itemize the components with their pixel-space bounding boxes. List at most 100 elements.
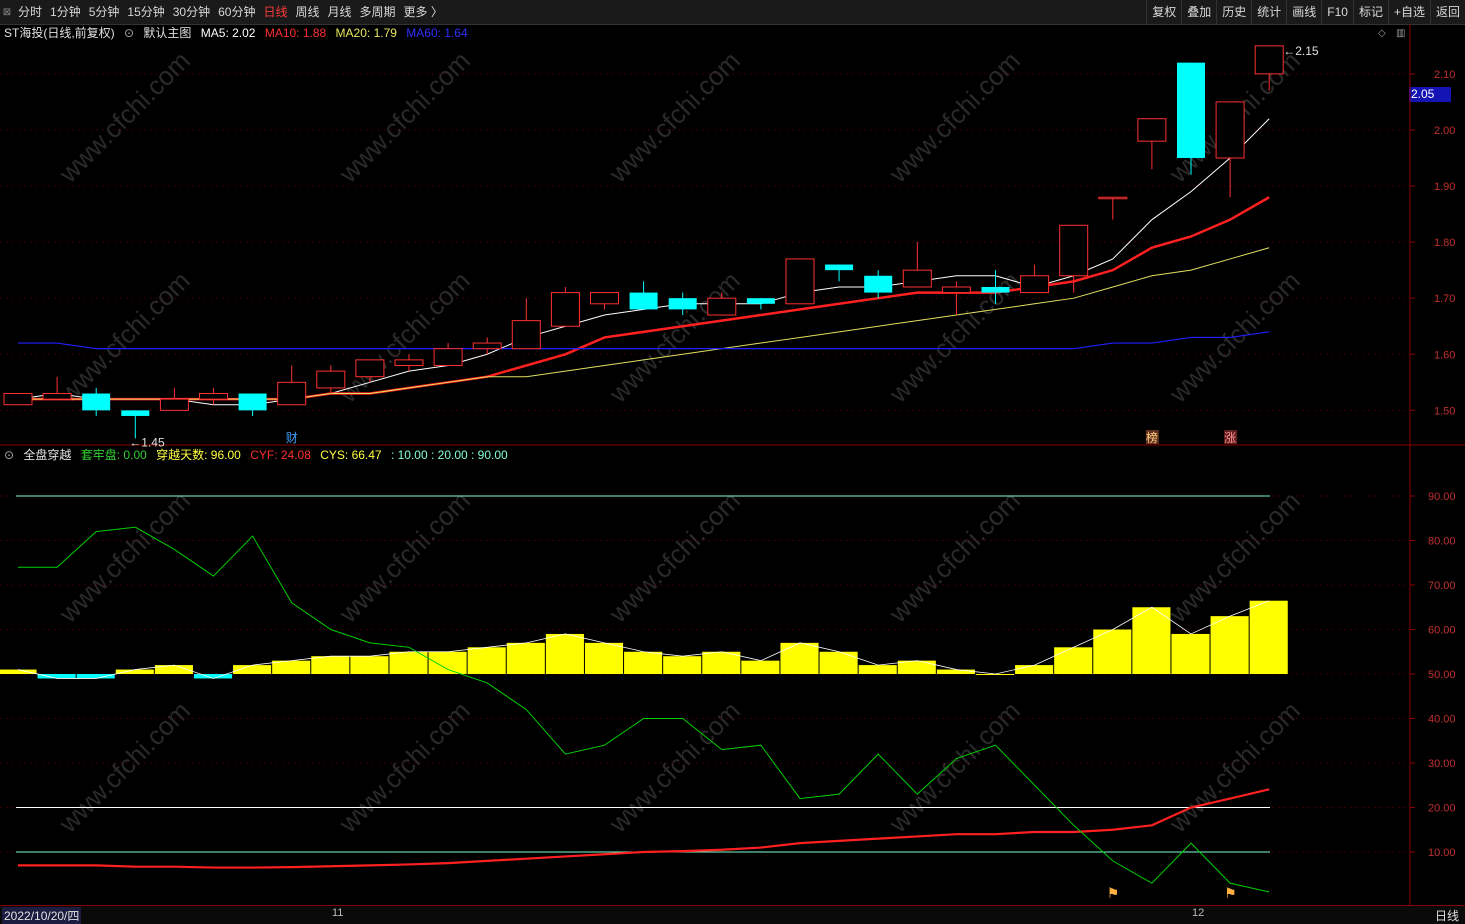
cys-bar-down: [37, 674, 76, 679]
period-tab-0[interactable]: 分时: [14, 0, 46, 24]
cys-bar-up: [702, 651, 741, 674]
period-tab-4[interactable]: 30分钟: [169, 0, 214, 24]
candle-body-up: [316, 370, 346, 389]
watermark-text: www.cfchi.com: [332, 695, 475, 838]
cys-bar-up: [1015, 665, 1054, 674]
cys-bar-up: [819, 651, 858, 674]
toolbar-button-3[interactable]: 统计: [1251, 0, 1286, 24]
candle-body-up: [1137, 118, 1167, 142]
watermark-text: www.cfchi.com: [52, 695, 195, 838]
low-price-label: ←1.45: [129, 435, 165, 449]
watermark-text: www.cfchi.com: [1162, 695, 1305, 838]
cys-bar-up: [624, 651, 663, 674]
watermark-text: www.cfchi.com: [332, 45, 475, 188]
cys-bar-up: [506, 642, 545, 674]
period-tab-1[interactable]: 1分钟: [46, 0, 85, 24]
candle-body-up: [42, 393, 72, 400]
cys-bar-up: [858, 665, 897, 674]
watermark-text: www.cfchi.com: [602, 265, 745, 408]
candle-body-down: [668, 298, 697, 310]
candle-body-up: [1020, 275, 1050, 294]
cys-bar-up: [545, 633, 584, 674]
time-axis-bar: 2022/10/20/四 11 12 日线: [0, 905, 1465, 924]
candle-body-up: [277, 381, 307, 406]
indicator-axis-label: 10.00: [1428, 847, 1456, 859]
candle-body-down: [1177, 62, 1205, 158]
toolbar-right-buttons: 复权 叠加 历史 统计 画线 F10 标记 +自选 返回: [1146, 0, 1465, 24]
candle-body-up: [1059, 224, 1089, 277]
cys-bar-up: [467, 647, 506, 674]
indicator-axis-label: 90.00: [1428, 491, 1456, 503]
watermark-text: www.cfchi.com: [602, 485, 745, 628]
toolbar-button-8[interactable]: 返回: [1429, 0, 1465, 24]
toolbar-button-0[interactable]: 复权: [1146, 0, 1181, 24]
indicator-axis-label: 60.00: [1428, 625, 1456, 637]
cys-bar-up: [663, 656, 702, 674]
candle-body-up: [159, 398, 189, 411]
price-axis-label: 1.80: [1434, 237, 1455, 249]
indicator-axis-label: 20.00: [1428, 803, 1456, 815]
watermark-text: www.cfchi.com: [602, 45, 745, 188]
period-tab-5[interactable]: 60分钟: [214, 0, 259, 24]
period-toolbar: ⊠ 分时 1分钟 5分钟 15分钟 30分钟 60分钟 日线 周线 月线 多周期 更多 〉 复权 叠加…: [0, 0, 1465, 25]
indicator-axis-label: 50.00: [1428, 669, 1456, 681]
cys-bar-up: [1054, 647, 1093, 674]
indicator-axis-label: 40.00: [1428, 714, 1456, 726]
cys-bar-up: [272, 660, 311, 674]
cys-bar-up: [897, 660, 936, 674]
period-tab-9[interactable]: 多周期: [356, 0, 400, 24]
cys-bar-up: [311, 656, 350, 674]
period-tab-8[interactable]: 月线: [324, 0, 356, 24]
price-axis-label: 1.50: [1434, 405, 1455, 417]
watermark-text: www.cfchi.com: [882, 695, 1025, 838]
candle-body-up: [355, 359, 385, 378]
watermark-text: www.cfchi.com: [52, 485, 195, 628]
period-indicator[interactable]: 日线: [1435, 907, 1459, 924]
cursor-date: 2022/10/20/四: [2, 907, 82, 924]
candle-body-up: [472, 342, 502, 350]
month-label-12: 12: [1192, 907, 1205, 919]
price-axis-label: 1.70: [1434, 293, 1455, 305]
toolbar-button-5[interactable]: F10: [1321, 0, 1353, 24]
candle-body-up: [707, 297, 737, 316]
toolbar-button-2[interactable]: 历史: [1216, 0, 1251, 24]
toolbar-button-6[interactable]: 标记: [1352, 0, 1388, 24]
toolbar-button-4[interactable]: 画线: [1286, 0, 1321, 24]
price-axis-label: 1.60: [1434, 349, 1455, 361]
cys-bar-up: [584, 642, 624, 674]
period-tab-10[interactable]: 更多 〉: [400, 0, 447, 24]
price-axis-label: 1.90: [1434, 181, 1455, 193]
indicator-axis-label: 70.00: [1428, 580, 1456, 592]
zhang-marker: 涨: [1224, 430, 1236, 445]
cys-bar-up: [115, 669, 154, 674]
indicator-axis-label: 30.00: [1428, 758, 1456, 770]
candle-body-up: [394, 359, 424, 366]
period-tabs: 分时 1分钟 5分钟 15分钟 30分钟 60分钟 日线 周线 月线 多周期 更多 〉: [14, 0, 447, 24]
chart-canvas[interactable]: 2.10 2.00 1.90 1.80 1.70 1.60 1.50 www.cfchi.co…: [0, 24, 1465, 905]
watermark-text: www.cfchi.com: [332, 485, 475, 628]
toolbar-button-1[interactable]: 叠加: [1181, 0, 1216, 24]
candle-body-down: [82, 393, 111, 411]
cys-bar-up: [1249, 600, 1288, 674]
signal-flag-icon: ⚑: [1224, 886, 1237, 902]
cys-bar-up: [936, 669, 975, 674]
indicator-axis-label: 80.00: [1428, 536, 1456, 548]
month-label-11: 11: [332, 907, 344, 919]
candle-body-down: [629, 292, 658, 310]
period-tab-6[interactable]: 日线: [259, 0, 291, 24]
period-tab-7[interactable]: 周线: [291, 0, 323, 24]
candle-body-down: [825, 264, 854, 271]
cys-bar-up: [1132, 607, 1171, 674]
cys-bar-up: [350, 656, 389, 674]
candle-body-up: [902, 269, 932, 288]
period-tab-2[interactable]: 5分钟: [85, 0, 124, 24]
cys-bar-up: [0, 669, 37, 674]
signal-flag-icon: ⚑: [1107, 886, 1120, 902]
toolbar-button-7[interactable]: +自选: [1387, 0, 1430, 24]
candle-body-up: [590, 292, 619, 305]
toolbar-grip-icon[interactable]: ⊠: [0, 0, 14, 24]
period-tab-3[interactable]: 15分钟: [123, 0, 168, 24]
candle-body-up: [785, 258, 815, 305]
cys-bar-up: [1171, 633, 1210, 674]
candle-body-down: [238, 393, 267, 411]
